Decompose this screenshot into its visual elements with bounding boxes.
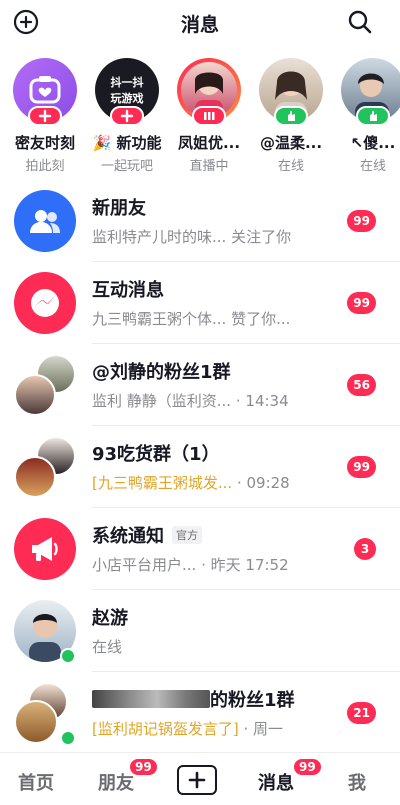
online-indicator <box>60 648 76 664</box>
story-name: 🎉 新功能 <box>92 134 162 152</box>
story-name: ↖傻... <box>350 134 396 152</box>
conversation-preview: [监利胡记锅盔发言了] · 周一 <box>92 718 283 739</box>
conversation-preview: [九三鸭霸王粥城发... · 09:28 <box>92 472 290 493</box>
story-status: 拍此刻 <box>25 159 65 174</box>
avatar <box>14 700 58 744</box>
avatar-text: 抖一抖 <box>110 76 144 89</box>
title-text: 的粉丝1群 <box>210 690 295 711</box>
bottom-nav: 首页 朋友 99 消息 99 我 <box>0 752 400 805</box>
search-icon[interactable] <box>344 6 376 38</box>
nav-label: 消息 <box>258 773 294 794</box>
conversation-title: @刘静的粉丝1群 <box>92 362 231 383</box>
nav-home[interactable]: 首页 <box>18 769 54 795</box>
conversation-title: 赵游 <box>92 608 128 629</box>
message-row-group-liujing[interactable]: @刘静的粉丝1群 监利 静静（监利资... · 14:34 56 <box>0 344 400 426</box>
conversation-title: 新朋友 <box>92 198 146 219</box>
timestamp: · 09:28 <box>236 474 290 492</box>
blurred-name <box>92 690 210 708</box>
online-indicator <box>60 730 76 746</box>
message-row-fan-group[interactable]: 的粉丝1群 [监利胡记锅盔发言了] · 周一 21 <box>0 672 400 754</box>
unread-badge: 99 <box>347 292 376 314</box>
story-name: @温柔... <box>259 134 323 152</box>
story-item[interactable]: 抖一抖 玩游戏 🎉 新功能 一起玩吧 <box>86 56 168 178</box>
plus-icon <box>110 106 144 126</box>
preview-text: 监利 静静（监利资... <box>92 392 232 410</box>
story-status: 一起玩吧 <box>100 159 153 174</box>
people-icon <box>14 190 76 252</box>
story-status: 在线 <box>277 159 304 174</box>
timestamp: · 昨天 17:52 <box>201 556 289 574</box>
conversation-preview: 监利 静静（监利资... · 14:34 <box>92 390 289 411</box>
nav-friends[interactable]: 朋友 99 <box>98 757 159 795</box>
unread-badge: 21 <box>347 702 376 724</box>
conversation-preview: 小店平台用户... · 昨天 17:52 <box>92 554 289 575</box>
stories-bar: 密友时刻 拍此刻 抖一抖 玩游戏 🎉 新功能 一起玩吧 凤姐优... 直播中 @… <box>0 56 400 178</box>
nav-label: 朋友 <box>98 773 134 794</box>
story-status: 直播中 <box>189 159 229 174</box>
unread-badge: 99 <box>347 456 376 478</box>
story-item[interactable]: 密友时刻 拍此刻 <box>4 56 86 178</box>
group-avatar <box>14 354 76 416</box>
chat-bolt-icon <box>14 272 76 334</box>
message-row-new-friends[interactable]: 新朋友 监利特产儿时的味... 关注了你 99 <box>0 180 400 262</box>
story-name: 凤姐优... <box>177 134 241 152</box>
create-button[interactable] <box>177 765 217 795</box>
unread-badge: 99 <box>347 210 376 232</box>
preview-text: 小店平台用户... <box>92 556 197 574</box>
message-row-group-foodies[interactable]: 93吃货群（1） [九三鸭霸王粥城发... · 09:28 99 <box>0 426 400 508</box>
friends-badge: 99 <box>128 757 159 777</box>
live-icon <box>192 106 226 126</box>
conversation-title: 的粉丝1群 <box>92 686 295 712</box>
wave-hand-icon <box>356 106 390 126</box>
wave-hand-icon <box>274 106 308 126</box>
avatar-text: 玩游戏 <box>110 92 144 105</box>
message-row-system[interactable]: 系统通知 官方 小店平台用户... · 昨天 17:52 3 <box>0 508 400 590</box>
avatar <box>14 456 56 498</box>
avatar <box>14 374 56 416</box>
story-status: 在线 <box>359 159 386 174</box>
story-item[interactable]: @温柔... 在线 <box>250 56 332 178</box>
nav-messages[interactable]: 消息 99 <box>258 757 323 795</box>
header: 消息 <box>0 0 400 44</box>
official-tag: 官方 <box>172 526 202 544</box>
message-row-interactions[interactable]: 互动消息 九三鸭霸王粥个体... 赞了你... 99 <box>0 262 400 344</box>
message-row-zhaoyou[interactable]: 赵游 在线 <box>0 590 400 672</box>
preview-text: [监利胡记锅盔发言了] <box>92 720 239 738</box>
plus-icon <box>188 771 206 789</box>
group-avatar <box>14 436 76 498</box>
conversation-title: 93吃货群（1） <box>92 444 220 465</box>
timestamp: · 14:34 <box>235 392 289 410</box>
conversation-title: 互动消息 <box>92 280 164 301</box>
conversation-preview: 在线 <box>92 638 123 656</box>
heart-plus-icon <box>28 106 62 126</box>
story-name: 密友时刻 <box>14 134 75 152</box>
unread-badge: 3 <box>354 538 376 560</box>
conversation-preview: 监利特产儿时的味... 关注了你 <box>92 228 292 246</box>
messages-badge: 99 <box>292 757 323 777</box>
timestamp: · 周一 <box>243 720 284 738</box>
title-text: 系统通知 <box>92 526 164 547</box>
story-item[interactable]: ↖傻... 在线 <box>332 56 400 178</box>
page-title: 消息 <box>180 14 219 36</box>
preview-text: [九三鸭霸王粥城发... <box>92 474 233 492</box>
nav-me[interactable]: 我 <box>348 769 366 795</box>
unread-badge: 56 <box>347 374 376 396</box>
conversation-preview: 九三鸭霸王粥个体... 赞了你... <box>92 310 291 328</box>
story-item[interactable]: 凤姐优... 直播中 <box>168 56 250 178</box>
conversation-title: 系统通知 官方 <box>92 522 202 548</box>
megaphone-icon <box>14 518 76 580</box>
